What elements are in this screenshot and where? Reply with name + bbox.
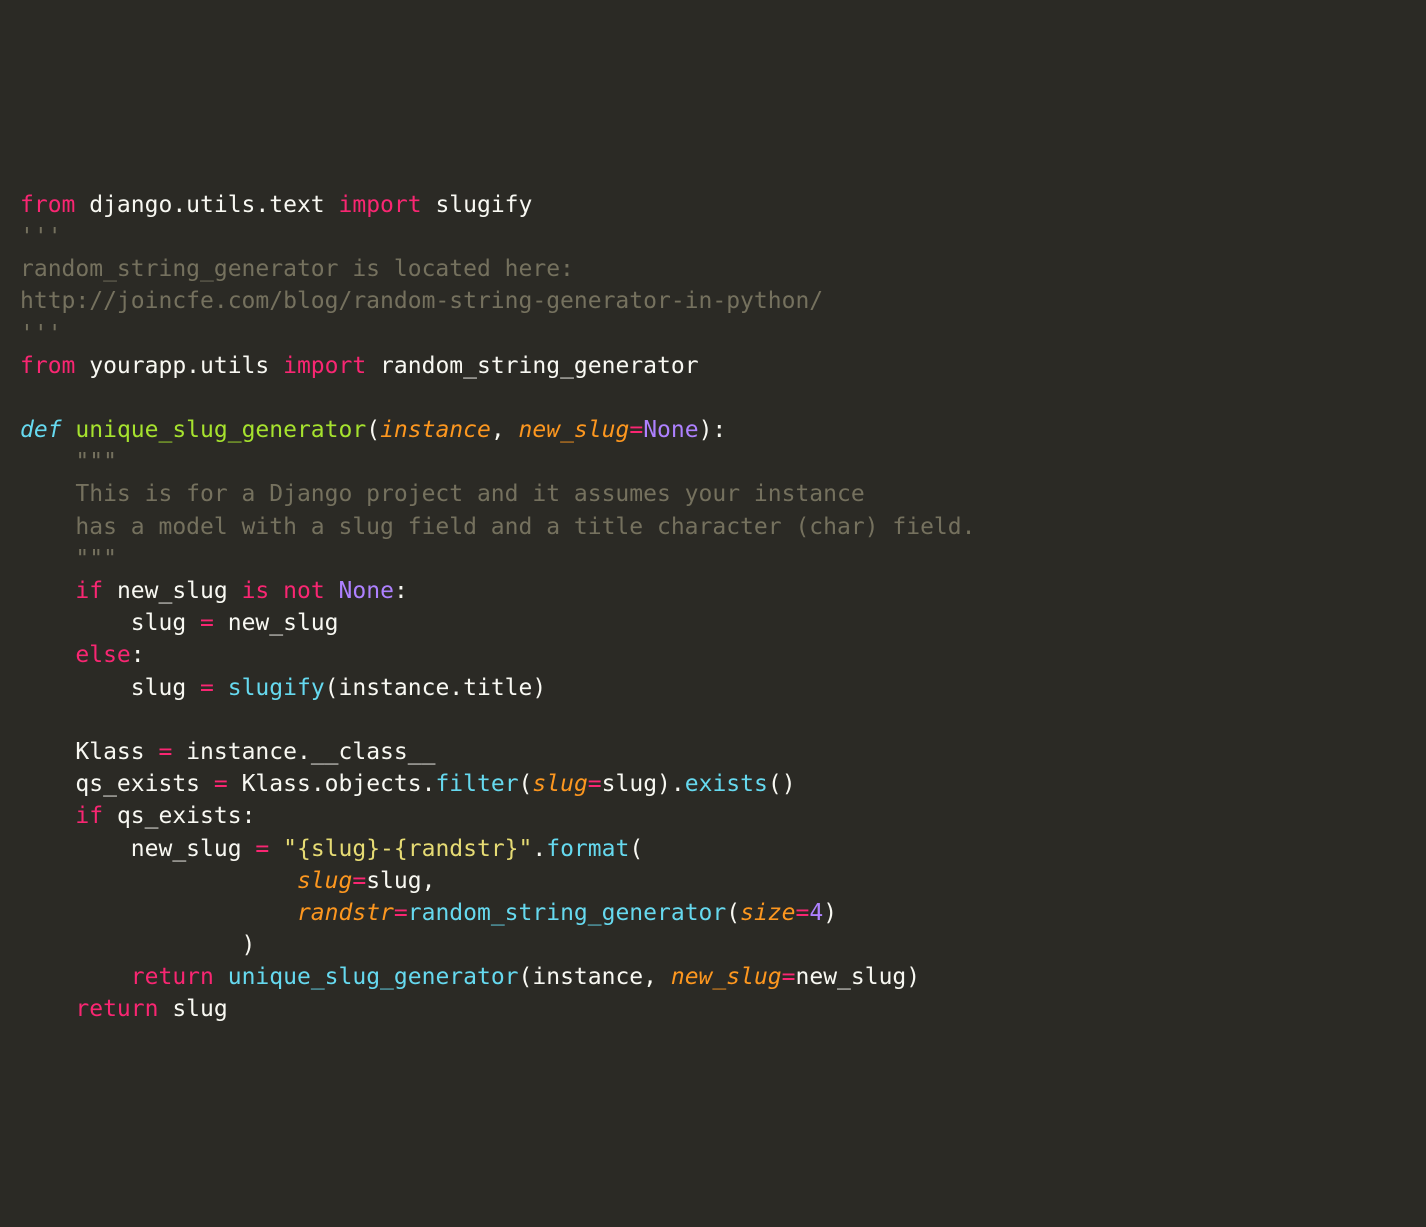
- kwarg-randstr: randstr: [297, 900, 394, 926]
- indent: [20, 642, 75, 668]
- call-unique-slug-generator: unique_slug_generator: [228, 964, 519, 990]
- keyword-not: not: [283, 578, 325, 604]
- string-literal: "{slug}-{randstr}": [283, 836, 532, 862]
- colon: :: [131, 642, 145, 668]
- equals: =: [255, 836, 269, 862]
- equals: =: [796, 900, 810, 926]
- paren-close: ): [20, 932, 255, 958]
- keyword-import: import: [339, 192, 422, 218]
- keyword-from: from: [20, 192, 75, 218]
- dot: .: [532, 836, 546, 862]
- docstring-open: ''': [20, 224, 62, 250]
- comma: ,: [491, 417, 519, 443]
- indent: [20, 996, 75, 1022]
- kwarg-value: new_slug): [796, 964, 921, 990]
- assign-lhs: qs_exists: [20, 771, 214, 797]
- indent: [20, 900, 297, 926]
- call-filter: filter: [435, 771, 518, 797]
- keyword-from: from: [20, 353, 75, 379]
- paren: (: [629, 836, 643, 862]
- keyword-else: else: [75, 642, 130, 668]
- space: [62, 417, 76, 443]
- call-exists: exists: [685, 771, 768, 797]
- keyword-return: return: [75, 996, 158, 1022]
- assign-lhs: slug: [20, 675, 200, 701]
- space: [325, 578, 339, 604]
- kwarg-size: size: [740, 900, 795, 926]
- equals: =: [352, 868, 366, 894]
- space: [269, 836, 283, 862]
- keyword-is: is: [242, 578, 270, 604]
- param-new-slug: new_slug: [519, 417, 630, 443]
- space: [214, 964, 228, 990]
- kwarg-new-slug: new_slug: [671, 964, 782, 990]
- assign-rhs: new_slug: [214, 610, 339, 636]
- import-name: random_string_generator: [366, 353, 698, 379]
- code-snippet: from django.utils.text import slugify ''…: [0, 129, 1426, 1066]
- call-args: (instance,: [519, 964, 671, 990]
- call-format: format: [546, 836, 629, 862]
- docstring-close: ''': [20, 321, 62, 347]
- docstring-line: This is for a Django project and it assu…: [20, 481, 879, 507]
- const-none: None: [643, 417, 698, 443]
- call-args: (instance.title): [325, 675, 547, 701]
- assign-lhs: Klass: [20, 739, 158, 765]
- condition: qs_exists:: [103, 803, 255, 829]
- equals: =: [629, 417, 643, 443]
- colon: :: [394, 578, 408, 604]
- docstring-line: has a model with a slug field and a titl…: [20, 514, 975, 540]
- param-instance: instance: [380, 417, 491, 443]
- equals: =: [394, 900, 408, 926]
- indent: [20, 964, 131, 990]
- chain: slug).: [602, 771, 685, 797]
- const-none: None: [339, 578, 394, 604]
- call-random-string-generator: random_string_generator: [408, 900, 727, 926]
- assign-lhs: new_slug: [20, 836, 255, 862]
- docstring-line: random_string_generator is located here:: [20, 256, 574, 282]
- space: [269, 578, 283, 604]
- indent: [20, 868, 297, 894]
- keyword-def: def: [20, 417, 62, 443]
- paren: (): [768, 771, 796, 797]
- keyword-if: if: [75, 578, 103, 604]
- paren: ): [823, 900, 837, 926]
- assign-lhs: slug: [20, 610, 200, 636]
- keyword-if: if: [75, 803, 103, 829]
- paren: (: [726, 900, 740, 926]
- docstring-open: """: [20, 449, 117, 475]
- kwarg-slug: slug: [532, 771, 587, 797]
- paren-colon: ):: [699, 417, 727, 443]
- assign-rhs: instance.__class__: [172, 739, 435, 765]
- equals: =: [782, 964, 796, 990]
- equals: =: [200, 675, 214, 701]
- equals: =: [214, 771, 228, 797]
- return-value: slug: [158, 996, 227, 1022]
- module-path: django.utils.text: [75, 192, 338, 218]
- indent: [20, 803, 75, 829]
- paren: (: [366, 417, 380, 443]
- call-slugify: slugify: [228, 675, 325, 701]
- equals: =: [588, 771, 602, 797]
- module-path: yourapp.utils: [75, 353, 283, 379]
- number-4: 4: [809, 900, 823, 926]
- docstring-line: http://joincfe.com/blog/random-string-ge…: [20, 288, 823, 314]
- var: new_slug: [103, 578, 241, 604]
- function-name: unique_slug_generator: [75, 417, 366, 443]
- docstring-close: """: [20, 546, 117, 572]
- import-name: slugify: [422, 192, 533, 218]
- space: [214, 675, 228, 701]
- equals: =: [200, 610, 214, 636]
- chain: Klass.objects.: [228, 771, 436, 797]
- paren: (: [519, 771, 533, 797]
- equals: =: [158, 739, 172, 765]
- kwarg-slug: slug: [297, 868, 352, 894]
- kwarg-value: slug,: [366, 868, 435, 894]
- keyword-import: import: [283, 353, 366, 379]
- keyword-return: return: [131, 964, 214, 990]
- indent: [20, 578, 75, 604]
